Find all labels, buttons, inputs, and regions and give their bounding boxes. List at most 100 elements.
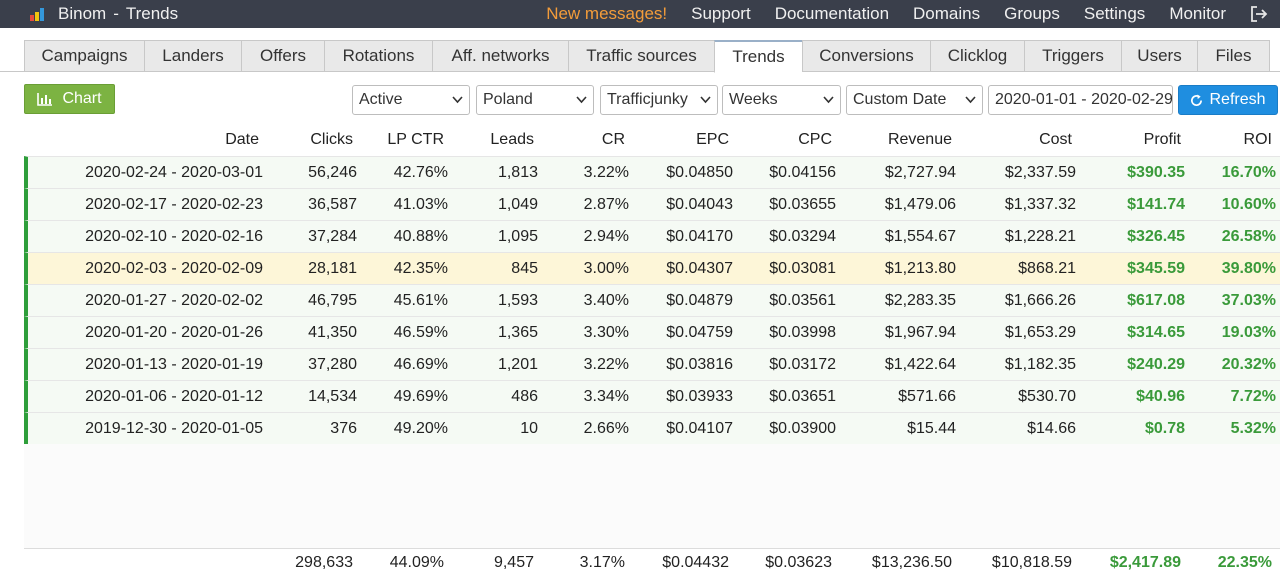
traffic-source-select[interactable]: Trafficjunky	[600, 85, 718, 115]
nav-support[interactable]: Support	[691, 4, 751, 24]
cell-date: 2020-01-13 - 2020-01-19	[85, 356, 263, 373]
column-header-leads[interactable]: Leads	[490, 124, 534, 156]
period-select[interactable]: Weeks	[722, 85, 841, 115]
cell-lp-ctr: 49.69%	[393, 388, 448, 405]
column-header-lp-ctr[interactable]: LP CTR	[387, 124, 444, 156]
cell-roi: 19.03%	[1221, 324, 1276, 341]
cell-clicks: 37,284	[308, 228, 357, 245]
nav-monitor[interactable]: Monitor	[1169, 4, 1226, 24]
table-row[interactable]: 2020-02-24 - 2020-03-01 56,246 42.76% 1,813…	[24, 156, 1280, 188]
column-header-cpc[interactable]: CPC	[798, 124, 832, 156]
tab-campaigns[interactable]: Campaigns	[24, 40, 144, 72]
tab-aff-networks[interactable]: Aff. networks	[432, 40, 568, 72]
table-row[interactable]: 2020-02-10 - 2020-02-16 37,284 40.88% 1,095…	[24, 220, 1280, 252]
table-row[interactable]: 2020-02-17 - 2020-02-23 36,587 41.03% 1,049…	[24, 188, 1280, 220]
table-row[interactable]: 2020-01-27 - 2020-02-02 46,795 45.61% 1,593…	[24, 284, 1280, 316]
cell-roi: 16.70%	[1221, 164, 1276, 181]
cell-roi: 20.32%	[1221, 356, 1276, 373]
cell-cost: $530.70	[1018, 388, 1076, 405]
column-header-clicks[interactable]: Clicks	[310, 124, 353, 156]
cell-epc: $0.04043	[666, 196, 733, 213]
tab-clicklog[interactable]: Clicklog	[930, 40, 1024, 72]
cell-cpc: $0.03651	[769, 388, 836, 405]
table-row[interactable]: 2020-01-06 - 2020-01-12 14,534 49.69% 486 3.…	[24, 380, 1280, 412]
chart-button-label: Chart	[62, 90, 102, 107]
cell-revenue: $1,967.94	[884, 324, 956, 341]
nav-groups[interactable]: Groups	[1004, 4, 1060, 24]
brand[interactable]: Binom - Trends	[30, 0, 178, 28]
cell-leads: 1,095	[497, 228, 538, 245]
cell-lp-ctr: 49.20%	[393, 420, 448, 437]
cell-profit: $326.45	[1127, 228, 1185, 245]
column-header-revenue[interactable]: Revenue	[888, 124, 952, 156]
nav-domains[interactable]: Domains	[913, 4, 980, 24]
cell-revenue: $1,422.64	[884, 356, 956, 373]
cell-cpc: $0.03900	[769, 420, 836, 437]
cell-profit: $390.35	[1127, 164, 1185, 181]
column-header-date[interactable]: Date	[225, 124, 259, 156]
nav-new-messages[interactable]: New messages!	[546, 4, 667, 24]
tab-conversions[interactable]: Conversions	[802, 40, 930, 72]
cell-cost: $1,666.26	[1004, 292, 1076, 309]
cell-revenue: $1,479.06	[884, 196, 956, 213]
date-range-input[interactable]	[988, 85, 1173, 115]
column-header-epc[interactable]: EPC	[696, 124, 729, 156]
tab-users[interactable]: Users	[1121, 40, 1197, 72]
cell-date: 2020-02-17 - 2020-02-23	[85, 196, 263, 213]
nav-settings[interactable]: Settings	[1084, 4, 1145, 24]
chevron-down-icon	[965, 96, 976, 104]
period-select-value: Weeks	[729, 91, 778, 108]
tab-triggers[interactable]: Triggers	[1024, 40, 1121, 72]
table-row[interactable]: 2019-12-30 - 2020-01-05 376 49.20% 10 2.66% $…	[24, 412, 1280, 444]
cell-epc: $0.04879	[666, 292, 733, 309]
cell-leads: 845	[511, 260, 538, 277]
country-select[interactable]: Poland	[476, 85, 594, 115]
table-row[interactable]: 2020-02-03 - 2020-02-09 28,181 42.35% 845 3.…	[24, 252, 1280, 284]
cell-date: 2019-12-30 - 2020-01-05	[85, 420, 263, 437]
cell-cpc: $0.04156	[769, 164, 836, 181]
total-cr: 3.17%	[579, 554, 625, 571]
tab-rotations[interactable]: Rotations	[324, 40, 432, 72]
total-roi: 22.35%	[1217, 554, 1272, 571]
cell-lp-ctr: 46.69%	[393, 356, 448, 373]
tab-landers[interactable]: Landers	[144, 40, 241, 72]
refresh-icon	[1191, 93, 1203, 106]
tab-files[interactable]: Files	[1197, 40, 1270, 72]
cell-leads: 10	[520, 420, 538, 437]
column-header-cost[interactable]: Cost	[1039, 124, 1072, 156]
date-mode-select[interactable]: Custom Date	[846, 85, 983, 115]
tab-trends[interactable]: Trends	[714, 40, 802, 73]
cell-profit: $141.74	[1127, 196, 1185, 213]
total-profit: $2,417.89	[1109, 554, 1181, 571]
cell-leads: 1,201	[497, 356, 538, 373]
cell-profit: $0.78	[1144, 420, 1185, 437]
cell-cr: 3.22%	[583, 164, 629, 181]
status-select[interactable]: Active	[352, 85, 470, 115]
cell-clicks: 376	[330, 420, 357, 437]
tab-traffic-sources[interactable]: Traffic sources	[568, 40, 714, 72]
chart-button[interactable]: Chart	[24, 84, 115, 114]
table-row[interactable]: 2020-01-20 - 2020-01-26 41,350 46.59% 1,365…	[24, 316, 1280, 348]
tab-offers[interactable]: Offers	[241, 40, 324, 72]
country-select-value: Poland	[483, 91, 533, 108]
total-cost: $10,818.59	[991, 554, 1072, 571]
nav-documentation[interactable]: Documentation	[775, 4, 889, 24]
column-header-profit[interactable]: Profit	[1144, 124, 1181, 156]
cell-date: 2020-02-03 - 2020-02-09	[85, 260, 263, 277]
total-revenue: $13,236.50	[871, 554, 952, 571]
top-nav: New messages! Support Documentation Doma…	[546, 0, 1280, 28]
column-header-roi[interactable]: ROI	[1244, 124, 1272, 156]
cell-cr: 3.22%	[583, 356, 629, 373]
cell-clicks: 28,181	[308, 260, 357, 277]
cell-cost: $1,337.32	[1004, 196, 1076, 213]
cell-epc: $0.04107	[666, 420, 733, 437]
refresh-button[interactable]: Refresh	[1178, 85, 1278, 115]
column-header-cr[interactable]: CR	[602, 124, 625, 156]
cell-cr: 3.34%	[583, 388, 629, 405]
cell-roi: 26.58%	[1221, 228, 1276, 245]
table-row[interactable]: 2020-01-13 - 2020-01-19 37,280 46.69% 1,201…	[24, 348, 1280, 380]
logout-icon[interactable]	[1250, 5, 1268, 23]
total-lp-ctr: 44.09%	[389, 554, 444, 571]
cell-revenue: $2,283.35	[884, 292, 956, 309]
cell-epc: $0.04170	[666, 228, 733, 245]
